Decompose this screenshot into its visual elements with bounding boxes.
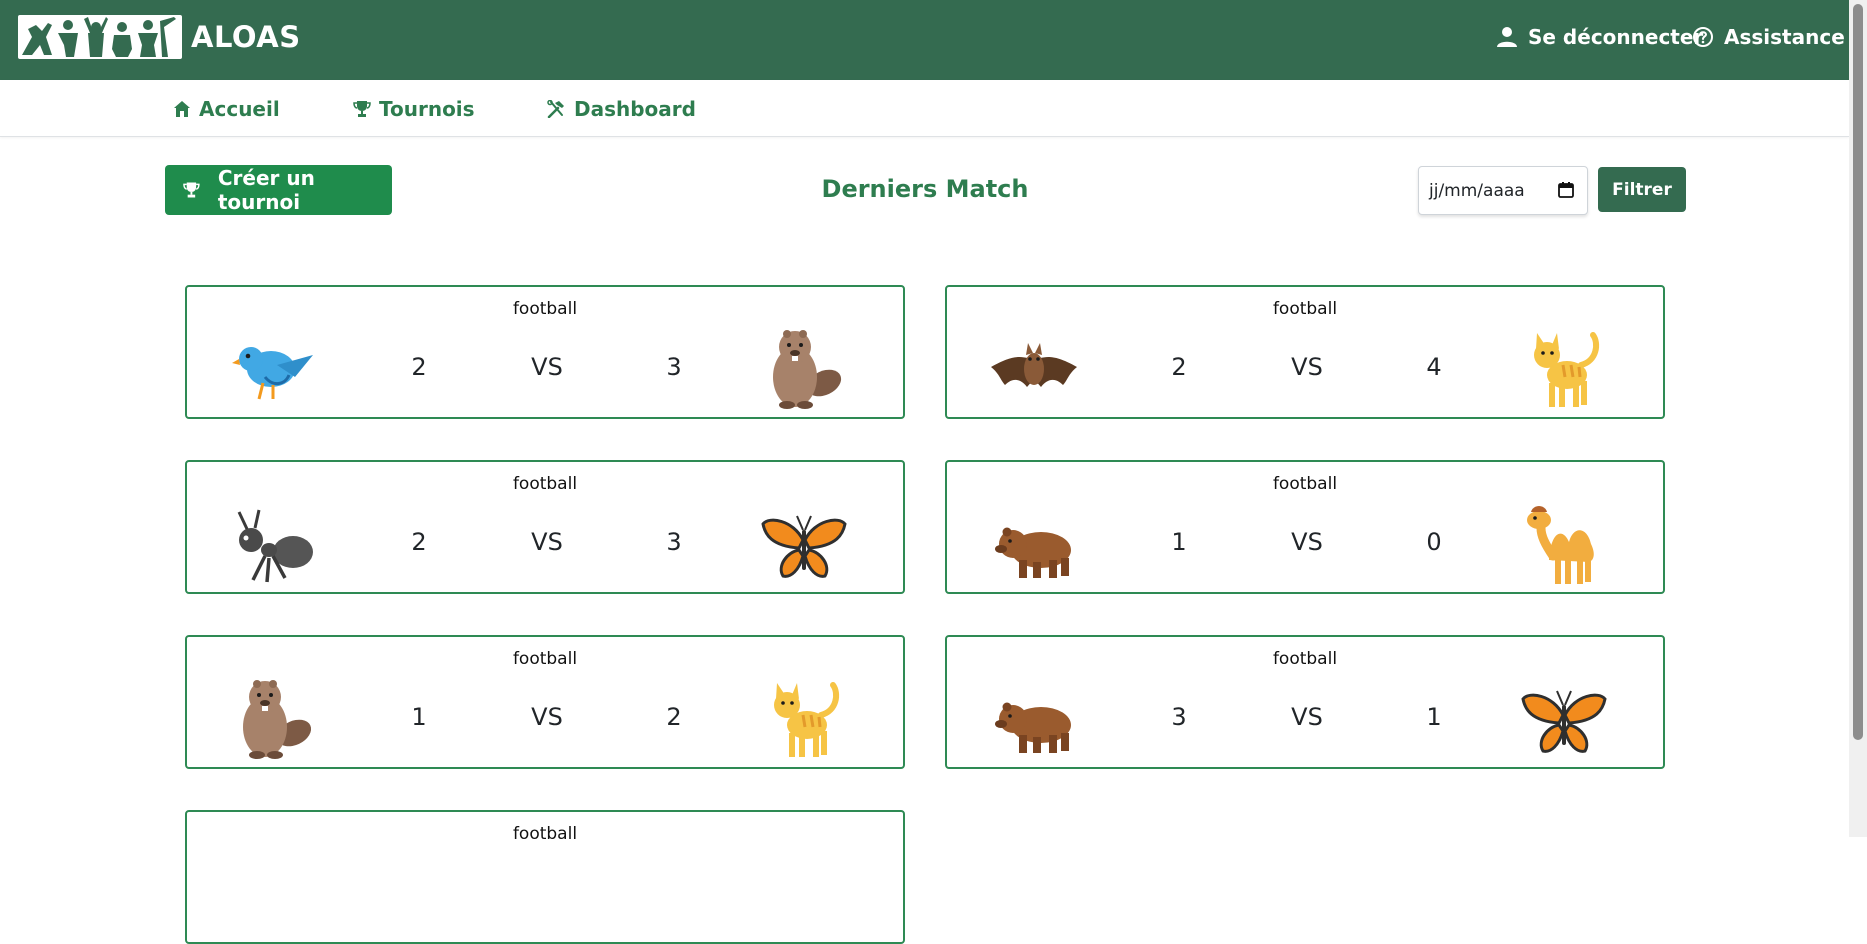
bear-icon — [995, 527, 1071, 578]
tools-icon — [547, 100, 564, 118]
bear-icon — [995, 702, 1071, 753]
match-card[interactable]: football 2 VS 4 — [945, 285, 1665, 419]
versus-label: VS — [531, 528, 563, 556]
match-sport: football — [1272, 299, 1338, 319]
match-sport: football — [512, 299, 578, 319]
nav-label-dashboard: Dashboard — [574, 97, 696, 121]
logo-silhouettes-icon — [22, 17, 176, 57]
filter-button[interactable]: Filtrer — [1598, 167, 1686, 212]
question-circle-icon — [1693, 27, 1713, 47]
score-team-a: 2 — [411, 353, 427, 381]
date-filter-input[interactable]: jj/mm/aaaa — [1418, 166, 1588, 215]
beaver-icon — [243, 680, 312, 759]
match-sport: football — [512, 649, 578, 669]
match-sport: football — [1272, 649, 1338, 669]
score-team-b: 1 — [1426, 703, 1442, 731]
match-card[interactable]: football 1 VS 0 — [945, 460, 1665, 594]
logout-link[interactable]: Se déconnecter — [1496, 25, 1703, 49]
score-team-a: 2 — [411, 528, 427, 556]
nav-label-accueil: Accueil — [199, 97, 280, 121]
match-card[interactable]: football 2 VS 3 — [185, 460, 905, 594]
score-team-a: 3 — [1171, 703, 1187, 731]
camel-icon — [1527, 506, 1594, 584]
date-placeholder: jj/mm/aaaa — [1429, 180, 1525, 201]
score-team-a: 2 — [1171, 353, 1187, 381]
logo[interactable] — [18, 15, 182, 59]
beaver-icon — [773, 330, 842, 409]
bird-icon — [232, 347, 313, 400]
match-card[interactable]: football 3 VS 1 — [945, 635, 1665, 769]
match-card[interactable]: football 1 VS 2 — [185, 635, 905, 769]
calendar-icon[interactable] — [1557, 181, 1575, 199]
top-header: ALOAS Se déconnecter Assistance — [0, 0, 1849, 80]
bat-icon — [991, 343, 1077, 387]
nav-label-tournois: Tournois — [379, 97, 475, 121]
ant-icon — [237, 509, 313, 583]
score-team-a: 1 — [411, 703, 427, 731]
match-card[interactable]: football 2 VS 3 — [185, 285, 905, 419]
scrollbar-thumb[interactable] — [1853, 4, 1863, 740]
versus-label: VS — [1291, 353, 1323, 381]
versus-label: VS — [531, 353, 563, 381]
versus-label: VS — [1291, 528, 1323, 556]
app-name: ALOAS — [191, 20, 301, 54]
butterfly-icon — [1521, 690, 1607, 753]
help-label: Assistance — [1724, 25, 1845, 49]
home-icon — [174, 101, 190, 117]
main-nav: Accueil Tournois Dashboard — [0, 80, 1849, 137]
score-team-b: 4 — [1426, 353, 1442, 381]
score-team-a: 1 — [1171, 528, 1187, 556]
cat-icon — [1534, 332, 1600, 407]
user-icon — [1497, 27, 1517, 47]
help-link[interactable]: Assistance — [1692, 25, 1845, 49]
cat-icon — [774, 682, 840, 757]
match-card[interactable]: football — [185, 810, 905, 944]
nav-item-dashboard[interactable]: Dashboard — [546, 97, 696, 121]
nav-item-tournois[interactable]: Tournois — [353, 97, 475, 121]
logout-label: Se déconnecter — [1528, 25, 1704, 49]
score-team-b: 0 — [1426, 528, 1442, 556]
match-sport: football — [1272, 474, 1338, 494]
butterfly-icon — [761, 515, 847, 578]
match-sport: football — [512, 474, 578, 494]
score-team-b: 3 — [666, 353, 682, 381]
versus-label: VS — [1291, 703, 1323, 731]
versus-label: VS — [531, 703, 563, 731]
nav-item-accueil[interactable]: Accueil — [173, 97, 280, 121]
match-sport: football — [512, 824, 578, 844]
score-team-b: 3 — [666, 528, 682, 556]
score-team-b: 2 — [666, 703, 682, 731]
trophy-icon — [353, 101, 371, 117]
